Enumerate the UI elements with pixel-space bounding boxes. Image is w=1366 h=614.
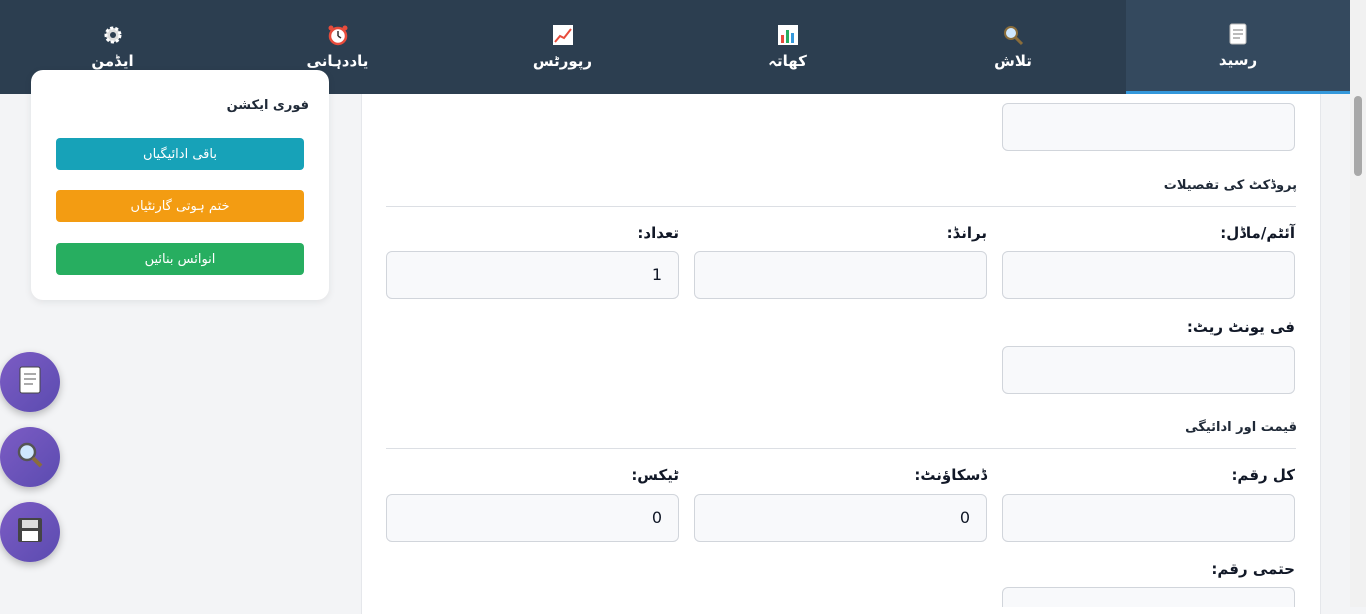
item-model-label: آئٹم/ماڈل:	[1220, 224, 1295, 242]
item-model-input[interactable]	[1002, 251, 1295, 299]
nav-label: ایڈمن	[91, 52, 134, 70]
discount-input[interactable]: 0	[694, 494, 987, 542]
discount-label: ڈسکاؤنٹ:	[914, 466, 987, 484]
quick-actions-title: فوری ایکشن	[226, 98, 309, 113]
alarm-clock-icon	[327, 24, 349, 46]
final-amount-input[interactable]	[1002, 587, 1295, 607]
nav-tab-ledger[interactable]: کھاتہ	[675, 0, 900, 94]
nav-label: رسید	[1218, 50, 1258, 69]
nav-tab-search[interactable]: تلاش	[900, 0, 1126, 94]
final-amount-label: حتمی رقم:	[1211, 560, 1295, 578]
nav-label: یاددہانی	[306, 52, 369, 70]
unit-rate-input[interactable]	[1002, 346, 1295, 394]
gear-icon	[102, 24, 124, 46]
fab-search-button[interactable]	[0, 427, 60, 487]
pending-payments-button[interactable]: باقی ادائیگیاں	[56, 138, 304, 170]
tax-input[interactable]: 0	[386, 494, 679, 542]
price-payment-heading: قیمت اور ادائیگی	[1185, 420, 1297, 435]
quantity-label: تعداد:	[637, 224, 679, 242]
nav-label: رپورٹس	[532, 52, 593, 70]
nav-tab-receipt[interactable]: رسید	[1126, 0, 1350, 94]
scrollbar-thumb[interactable]	[1354, 96, 1362, 176]
document-icon	[18, 366, 42, 398]
fab-save-button[interactable]	[0, 502, 60, 562]
fab-receipt-button[interactable]	[0, 352, 60, 412]
bar-chart-icon	[777, 24, 799, 46]
search-icon	[16, 441, 44, 473]
section-divider	[386, 206, 1296, 207]
total-amount-label: کل رقم:	[1231, 466, 1295, 484]
create-invoice-button[interactable]: انوائس بنائیں	[56, 243, 304, 275]
nav-label: تلاش	[994, 52, 1032, 70]
brand-input[interactable]	[694, 251, 987, 299]
nav-tab-reports[interactable]: رپورٹس	[450, 0, 675, 94]
brand-label: برانڈ:	[946, 224, 987, 242]
line-chart-icon	[552, 24, 574, 46]
product-details-heading: پروڈکٹ کی تفصیلات	[1163, 178, 1297, 193]
unit-rate-label: فی یونٹ ریٹ:	[1186, 318, 1295, 336]
save-icon	[17, 517, 43, 547]
expiring-warranties-button[interactable]: ختم ہوتی گارنٹیاں	[56, 190, 304, 222]
total-amount-input[interactable]	[1002, 494, 1295, 542]
quantity-input[interactable]: 1	[386, 251, 679, 299]
section-divider	[386, 448, 1296, 449]
nav-label: کھاتہ	[768, 52, 807, 70]
previous-field-input[interactable]	[1002, 103, 1295, 151]
search-icon	[1002, 24, 1024, 46]
receipt-icon	[1227, 23, 1249, 45]
quick-actions-card: فوری ایکشن باقی ادائیگیاں ختم ہوتی گارنٹ…	[31, 70, 329, 300]
page-scrollbar[interactable]	[1350, 0, 1366, 607]
tax-label: ٹیکس:	[631, 466, 679, 484]
